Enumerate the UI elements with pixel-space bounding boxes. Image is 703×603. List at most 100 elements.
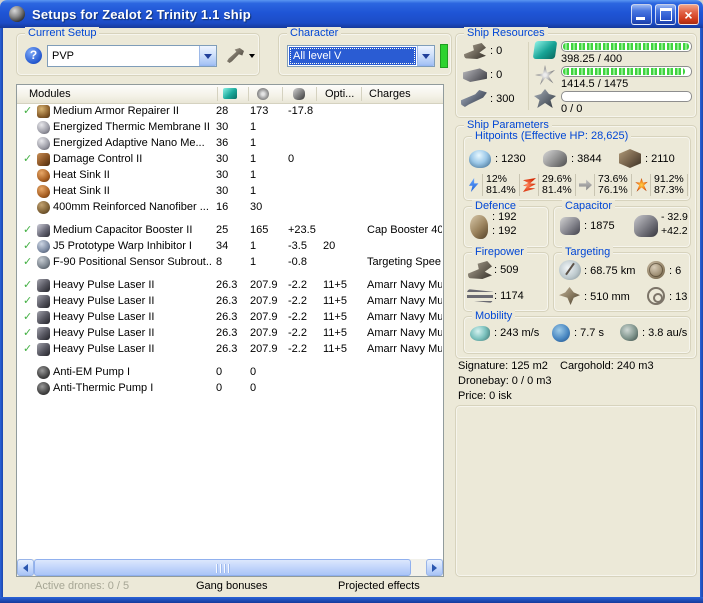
max-targets-value: : 6 — [669, 265, 682, 277]
scan-resolution-value: : 510 mm — [584, 291, 630, 303]
scroll-right-button[interactable] — [426, 559, 443, 576]
modules-column-header[interactable]: Modules — [29, 85, 71, 103]
capbooster-module-icon — [37, 224, 50, 237]
window-title: Setups for Zealot 2 Trinity 1.1 ship — [32, 6, 251, 22]
thermal-armor-resist: 81.4% — [542, 184, 572, 196]
module-row[interactable]: 400mm Reinforced Nanofiber ... 16 30 — [17, 200, 443, 216]
heatsink-module-icon — [37, 169, 50, 182]
warp-speed-icon — [620, 324, 638, 341]
chevron-down-icon[interactable] — [417, 46, 434, 66]
setup-combobox[interactable]: PVP — [47, 45, 217, 67]
module-row[interactable]: ✓ Damage Control II 30 1 0 — [17, 152, 443, 168]
module-row[interactable]: Heat Sink II 30 1 — [17, 184, 443, 200]
module-row[interactable]: ✓ F-90 Positional Sensor Subrout... 8 1 … — [17, 255, 443, 271]
gang-bonuses-label[interactable]: Gang bonuses — [196, 580, 268, 593]
module-row[interactable]: ✓ Heavy Pulse Laser II 26.3 207.9 -2.2 1… — [17, 294, 443, 310]
powergrid-bar — [561, 66, 692, 77]
sensor-strength-value: : 13 — [669, 291, 688, 303]
horizontal-scrollbar[interactable] — [17, 559, 443, 576]
optimal-column-header[interactable]: Opti... — [325, 85, 354, 103]
projected-effects-label[interactable]: Projected effects — [338, 580, 420, 593]
volley-icon — [468, 261, 492, 279]
module-row[interactable]: ✓ Heavy Pulse Laser II 26.3 207.9 -2.2 1… — [17, 326, 443, 342]
module-row[interactable]: ✓ Medium Armor Repairer II 28 173 -17.8 — [17, 104, 443, 120]
thermal-resist-cell: 29.6% 81.4% — [523, 173, 576, 197]
cpu-icon[interactable] — [223, 88, 237, 99]
drone-bandwidth-icon — [534, 89, 556, 108]
cpu-bar — [561, 41, 692, 52]
app-icon — [9, 6, 25, 22]
ship-resources-groupbox: Ship Resources : 0 : 0 : 300 398.25 / 40… — [455, 27, 697, 118]
module-charges: Amarr Navy Mu — [367, 279, 442, 291]
defence-value-bottom: : 192 — [492, 225, 517, 237]
chevron-down-icon[interactable] — [199, 46, 216, 66]
module-powergrid: 0 — [250, 382, 257, 394]
module-cap-use: -2.2 — [288, 343, 307, 355]
cpu-usage-value: 398.25 / 400 — [561, 53, 623, 65]
kinetic-resist-cell: 73.6% 76.1% — [579, 173, 632, 197]
close-button[interactable]: × — [678, 4, 699, 25]
module-row[interactable]: ✓ Medium Capacitor Booster II 25 165 +23… — [17, 223, 443, 239]
defence-icon — [470, 215, 488, 239]
plate-module-icon — [37, 201, 50, 214]
module-active-check: ✓ — [23, 343, 33, 355]
mobility-label: Mobility — [472, 310, 516, 323]
minimize-button[interactable] — [631, 4, 652, 25]
module-active-check: ✓ — [23, 240, 33, 252]
capacitor-icon[interactable] — [293, 88, 305, 100]
targeting-range-value: : 68.75 km — [584, 265, 636, 277]
laser-module-icon — [37, 327, 50, 340]
module-row[interactable]: ✓ Heavy Pulse Laser II 26.3 207.9 -2.2 1… — [17, 342, 443, 358]
powergrid-icon[interactable] — [257, 88, 269, 100]
module-powergrid: 207.9 — [250, 327, 278, 339]
module-cap-use: 0 — [288, 153, 295, 165]
repairer-module-icon — [37, 105, 50, 118]
module-row[interactable]: ✓ Heavy Pulse Laser II 26.3 207.9 -2.2 1… — [17, 278, 443, 294]
setup-combobox-value: PVP — [52, 50, 75, 62]
hull-icon — [619, 149, 641, 168]
current-setup-groupbox: Current Setup ? PVP — [16, 27, 260, 76]
price-value: Price: 0 isk — [458, 390, 512, 402]
sensor-module-icon — [37, 256, 50, 269]
help-icon[interactable]: ? — [25, 47, 42, 64]
module-row[interactable]: Anti-Thermic Pump I 0 0 — [17, 381, 443, 397]
turret-hardpoints-value: : 0 — [490, 45, 503, 57]
module-powergrid: 30 — [250, 201, 263, 213]
scrollbar-thumb[interactable] — [34, 559, 411, 576]
laser-module-icon — [37, 295, 50, 308]
charges-column-header[interactable]: Charges — [369, 85, 411, 103]
targeting-groupbox: Targeting : 68.75 km : 6 : 510 mm : 13 — [553, 246, 691, 312]
dps-value: : 1174 — [494, 290, 524, 302]
em-resist-cell: 12% 81.4% — [467, 173, 520, 197]
drones-panel — [455, 405, 697, 577]
character-combobox[interactable]: All level V — [287, 45, 435, 67]
setup-tools-button[interactable] — [227, 48, 255, 63]
module-name: Energized Adaptive Nano Me... — [53, 137, 205, 149]
module-row[interactable]: Energized Adaptive Nano Me... 36 1 — [17, 136, 443, 152]
module-name: Heavy Pulse Laser II — [53, 279, 155, 291]
module-row[interactable]: Energized Thermic Membrane II 30 1 — [17, 120, 443, 136]
window-border-bottom — [0, 597, 703, 603]
scroll-left-button[interactable] — [17, 559, 34, 576]
module-cpu: 26.3 — [216, 327, 238, 339]
module-name: Medium Capacitor Booster II — [53, 224, 193, 236]
module-cpu: 30 — [216, 153, 229, 165]
drone-usage-value: 0 / 0 — [561, 103, 583, 115]
title-bar[interactable]: Setups for Zealot 2 Trinity 1.1 ship × — [0, 0, 703, 28]
caret-down-icon — [249, 53, 255, 58]
module-cpu: 26.3 — [216, 343, 238, 355]
maximize-button[interactable] — [655, 4, 676, 25]
module-cpu: 25 — [216, 224, 229, 236]
modules-table-header[interactable]: Modules Opti... Charges — [17, 85, 443, 104]
max-velocity-icon — [470, 326, 490, 341]
module-row[interactable]: ✓ J5 Prototype Warp Inhibitor I 34 1 -3.… — [17, 239, 443, 255]
powergrid-icon — [535, 65, 555, 85]
module-row[interactable]: ✓ Heavy Pulse Laser II 26.3 207.9 -2.2 1… — [17, 310, 443, 326]
module-name: Heavy Pulse Laser II — [53, 343, 155, 355]
module-row[interactable]: Anti-EM Pump I 0 0 — [17, 365, 443, 381]
module-row[interactable]: Heat Sink II 30 1 — [17, 168, 443, 184]
firepower-groupbox: Firepower : 509 : 1174 — [463, 246, 549, 312]
module-active-check: ✓ — [23, 256, 33, 268]
module-cpu: 30 — [216, 185, 229, 197]
module-active-check: ✓ — [23, 327, 33, 339]
